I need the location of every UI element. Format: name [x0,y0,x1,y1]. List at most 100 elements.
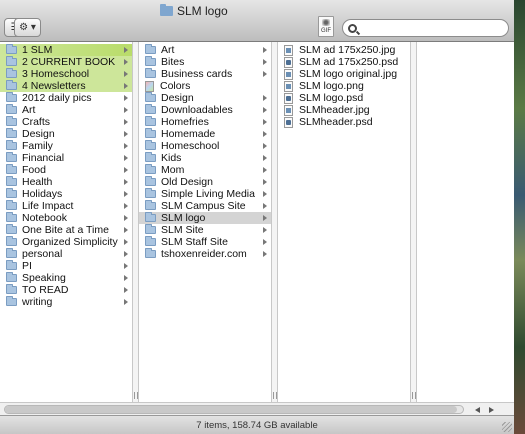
arrow-left-icon [474,406,480,413]
folder-item-3-homeschool[interactable]: 3 Homeschool [0,68,132,80]
folder-item-crafts[interactable]: Crafts [0,116,132,128]
file-item-colors[interactable]: Colors [139,80,271,92]
folder-item-homeschool[interactable]: Homeschool [139,140,271,152]
scroll-thumb[interactable] [5,406,457,413]
disclosure-arrow-icon [124,155,128,161]
folder-item-2-current-book[interactable]: 2 CURRENT BOOK [0,56,132,68]
disclosure-arrow-icon [124,59,128,65]
item-label: Homefries [161,116,209,128]
gif-badge-text: GIF [321,28,331,34]
folder-item-health[interactable]: Health [0,176,132,188]
file-item-slm-logo-psd[interactable]: SLM logo.psd [278,92,410,104]
disclosure-arrow-icon [124,227,128,233]
item-label: Life Impact [22,200,74,212]
item-label: 2012 daily pics [22,92,92,104]
item-label: Art [161,44,175,56]
file-item-slm-ad-175x250-psd[interactable]: SLM ad 175x250.psd [278,56,410,68]
folder-item-business-cards[interactable]: Business cards [139,68,271,80]
resize-grip-icon[interactable] [502,422,512,432]
disclosure-arrow-icon [124,287,128,293]
column-3[interactable]: SLM ad 175x250.jpg SLM ad 175x250.psd SLM … [278,42,411,402]
window-title: SLM logo [160,4,228,18]
file-item-slmheader-jpg[interactable]: SLMheader.jpg [278,104,410,116]
item-label: Design [22,128,55,140]
grip-icon [134,392,138,399]
item-label: Colors [160,80,191,92]
horizontal-scrollbar[interactable] [0,402,514,415]
folder-item-writing[interactable]: writing [0,296,132,308]
folder-item-notebook[interactable]: Notebook [0,212,132,224]
item-label: 1 SLM [22,44,53,56]
item-label: TO READ [22,284,69,296]
folder-item-tshoxenreider-com[interactable]: tshoxenreider.com [139,248,271,260]
folder-item-art[interactable]: Art [139,44,271,56]
column-2-list: Art Bites Business cards Colors Design Downlo… [139,42,271,260]
column-4-empty[interactable] [417,42,514,402]
folder-item-kids[interactable]: Kids [139,152,271,164]
column-1[interactable]: 1 SLM 2 CURRENT BOOK 3 Homeschool 4 Newslet… [0,42,133,402]
folder-item-design[interactable]: Design [139,92,271,104]
item-label: Health [22,176,53,188]
folder-item-homemade[interactable]: Homemade [139,128,271,140]
folder-item-1-slm[interactable]: 1 SLM [0,44,132,56]
item-label: SLMheader.jpg [299,104,370,116]
column-2[interactable]: Art Bites Business cards Colors Design Downlo… [139,42,272,402]
folder-item-simple-living-media[interactable]: Simple Living Media [139,188,271,200]
folder-item-life-impact[interactable]: Life Impact [0,200,132,212]
gear-icon: ⚙ ▾ [19,22,36,33]
folder-item-one-bite-at-a-time[interactable]: One Bite at a Time [0,224,132,236]
disclosure-arrow-icon [124,47,128,53]
folder-item-slm-site[interactable]: SLM Site [139,224,271,236]
disclosure-arrow-icon [263,251,267,257]
folder-item-2012-daily-pics[interactable]: 2012 daily pics [0,92,132,104]
image-file-icon [284,68,293,80]
item-label: Financial [22,152,65,164]
item-label: SLM logo original.jpg [299,68,398,80]
disclosure-arrow-icon [263,239,267,245]
psd-file-icon [284,116,293,128]
arrow-right-icon [488,406,494,413]
folder-item-downloadables[interactable]: Downloadables [139,104,271,116]
folder-item-mom[interactable]: Mom [139,164,271,176]
folder-item-4-newsletters[interactable]: 4 Newsletters [0,80,132,92]
folder-item-holidays[interactable]: Holidays [0,188,132,200]
folder-item-old-design[interactable]: Old Design [139,176,271,188]
folder-icon [6,152,17,162]
folder-item-speaking[interactable]: Speaking [0,272,132,284]
item-label: 2 CURRENT BOOK [22,56,116,68]
folder-item-design[interactable]: Design [0,128,132,140]
folder-item-slm-logo[interactable]: SLM logo [139,212,271,224]
search-input[interactable] [361,21,501,35]
folder-item-slm-staff-site[interactable]: SLM Staff Site [139,236,271,248]
action-menu-button[interactable]: ⚙ ▾ [14,18,41,37]
file-item-slm-ad-175x250-jpg[interactable]: SLM ad 175x250.jpg [278,44,410,56]
folder-item-homefries[interactable]: Homefries [139,116,271,128]
grip-icon [273,392,277,399]
scroll-right-button[interactable] [484,404,498,415]
folder-icon [6,104,17,114]
item-label: personal [22,248,63,260]
folder-item-financial[interactable]: Financial [0,152,132,164]
folder-icon [6,200,17,210]
file-item-slm-logo-png[interactable]: SLM logo.png [278,80,410,92]
folder-item-bites[interactable]: Bites [139,56,271,68]
folder-item-family[interactable]: Family [0,140,132,152]
gif-preview-icon[interactable]: GIF [318,16,334,37]
folder-item-organized-simplicity[interactable]: Organized Simplicity [0,236,132,248]
file-item-slmheader-psd[interactable]: SLMheader.psd [278,116,410,128]
folder-item-personal[interactable]: personal [0,248,132,260]
folder-item-art[interactable]: Art [0,104,132,116]
item-label: Bites [161,56,185,68]
item-label: SLM Site [161,224,204,236]
folder-item-food[interactable]: Food [0,164,132,176]
disclosure-arrow-icon [263,59,267,65]
scroll-left-button[interactable] [470,404,484,415]
item-label: Old Design [161,176,213,188]
search-field[interactable] [342,19,509,37]
folder-item-slm-campus-site[interactable]: SLM Campus Site [139,200,271,212]
folder-icon [6,92,17,102]
disclosure-arrow-icon [124,179,128,185]
folder-item-pi[interactable]: PI [0,260,132,272]
file-item-slm-logo-original-jpg[interactable]: SLM logo original.jpg [278,68,410,80]
folder-item-to-read[interactable]: TO READ [0,284,132,296]
